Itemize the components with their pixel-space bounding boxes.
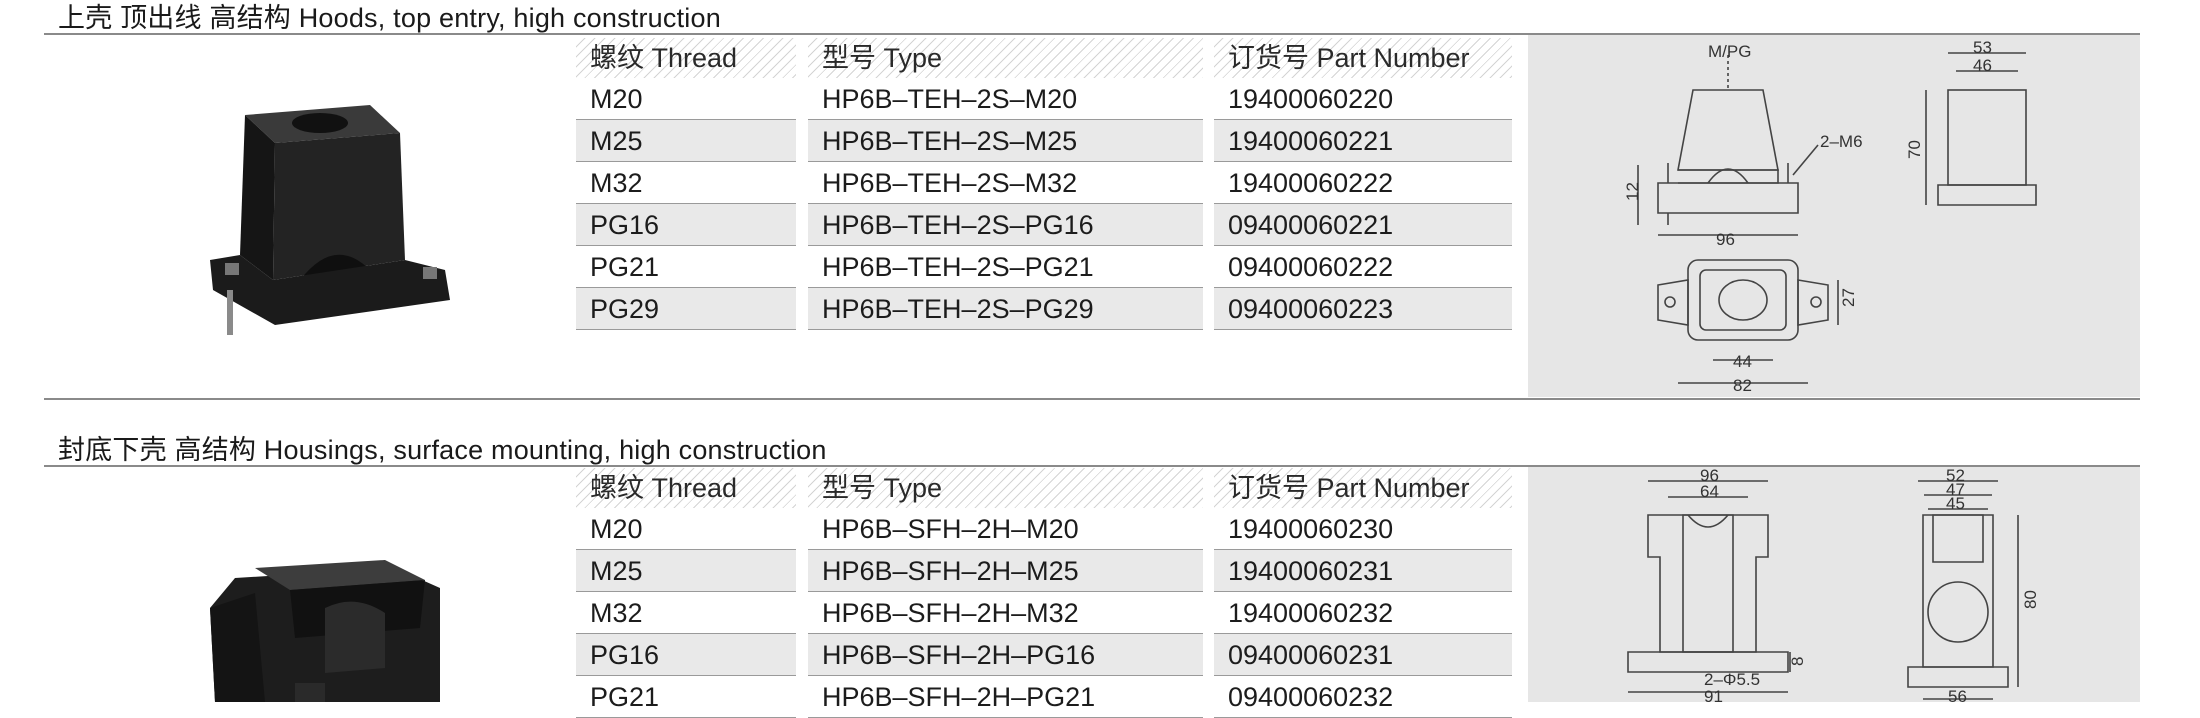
dim-label: M/PG: [1708, 42, 1751, 61]
table-cell: 09400060232: [1214, 676, 1512, 718]
table-cell: HP6B–SFH–2H–M25: [808, 550, 1203, 592]
dim-label: 80: [2021, 590, 2040, 609]
table-cell: PG21: [576, 676, 796, 718]
dim-label: 91: [1704, 687, 1723, 702]
table-cell: 19400060220: [1214, 78, 1512, 120]
type-header: 型号 Type: [808, 38, 1203, 78]
dim-label: 44: [1733, 352, 1752, 371]
dim-label: 12: [1623, 182, 1642, 201]
section-title-housings: 封底下壳 高结构 Housings, surface mounting, hig…: [58, 435, 827, 465]
dim-label: 82: [1733, 376, 1752, 395]
table-cell: 09400060222: [1214, 246, 1512, 288]
dim-label: 56: [1948, 687, 1967, 702]
hood-product-photo: [205, 95, 460, 350]
table-cell: PG29: [576, 288, 796, 330]
table-cell: PG16: [576, 204, 796, 246]
dim-label: 2–M6: [1820, 132, 1863, 151]
table-cell: M20: [576, 78, 796, 120]
section-title-hoods: 上壳 顶出线 高结构 Hoods, top entry, high constr…: [58, 3, 721, 33]
dim-label: 27: [1839, 288, 1858, 307]
table-cell: HP6B–SFH–2H–M32: [808, 592, 1203, 634]
table-cell: M32: [576, 592, 796, 634]
table-cell: HP6B–SFH–2H–PG21: [808, 676, 1203, 718]
thread-column: 螺纹 Thread M20 M25 M32 PG16 PG21 PG29: [576, 38, 796, 330]
housing-dimension-drawing: 96 64 8 2–Φ5.5 91 52 47 45 80 56: [1528, 467, 2140, 702]
dim-label: 53: [1973, 38, 1992, 57]
table-cell: M32: [576, 162, 796, 204]
part-number-header: 订货号 Part Number: [1214, 468, 1512, 508]
thread-column: 螺纹 Thread M20 M25 M32 PG16 PG21: [576, 468, 796, 718]
table-cell: 09400060221: [1214, 204, 1512, 246]
table-cell: 09400060231: [1214, 634, 1512, 676]
table-cell: HP6B–SFH–2H–M20: [808, 508, 1203, 550]
housing-product-photo: [195, 548, 455, 707]
type-column: 型号 Type HP6B–SFH–2H–M20 HP6B–SFH–2H–M25 …: [808, 468, 1203, 718]
table-cell: M20: [576, 508, 796, 550]
table-cell: 19400060232: [1214, 592, 1512, 634]
table-cell: HP6B–TEH–2S–M25: [808, 120, 1203, 162]
section-divider: [44, 398, 2140, 400]
table-cell: PG21: [576, 246, 796, 288]
table-cell: 19400060221: [1214, 120, 1512, 162]
table-cell: HP6B–TEH–2S–PG29: [808, 288, 1203, 330]
thread-header: 螺纹 Thread: [576, 468, 796, 508]
part-number-header: 订货号 Part Number: [1214, 38, 1512, 78]
thread-header: 螺纹 Thread: [576, 38, 796, 78]
table-cell: HP6B–TEH–2S–PG21: [808, 246, 1203, 288]
dim-label: 64: [1700, 482, 1719, 501]
table-cell: 09400060223: [1214, 288, 1512, 330]
type-column: 型号 Type HP6B–TEH–2S–M20 HP6B–TEH–2S–M25 …: [808, 38, 1203, 330]
table-cell: HP6B–TEH–2S–M20: [808, 78, 1203, 120]
part-number-column: 订货号 Part Number 19400060230 19400060231 …: [1214, 468, 1512, 718]
part-number-column: 订货号 Part Number 19400060220 19400060221 …: [1214, 38, 1512, 330]
dim-label: 96: [1716, 230, 1735, 249]
table-cell: M25: [576, 550, 796, 592]
table-cell: 19400060230: [1214, 508, 1512, 550]
table-cell: PG16: [576, 634, 796, 676]
dim-label: 45: [1946, 494, 1965, 513]
table-cell: HP6B–TEH–2S–PG16: [808, 204, 1203, 246]
dim-label: 8: [1788, 657, 1807, 666]
table-cell: M25: [576, 120, 796, 162]
hood-dimension-drawing: M/PG 12 2–M6 96 53 46 70 27 44 82: [1528, 35, 2140, 397]
table-cell: HP6B–TEH–2S–M32: [808, 162, 1203, 204]
table-cell: HP6B–SFH–2H–PG16: [808, 634, 1203, 676]
table-cell: 19400060222: [1214, 162, 1512, 204]
type-header: 型号 Type: [808, 468, 1203, 508]
table-cell: 19400060231: [1214, 550, 1512, 592]
dim-label: 70: [1905, 140, 1924, 159]
dim-label: 46: [1973, 56, 1992, 75]
